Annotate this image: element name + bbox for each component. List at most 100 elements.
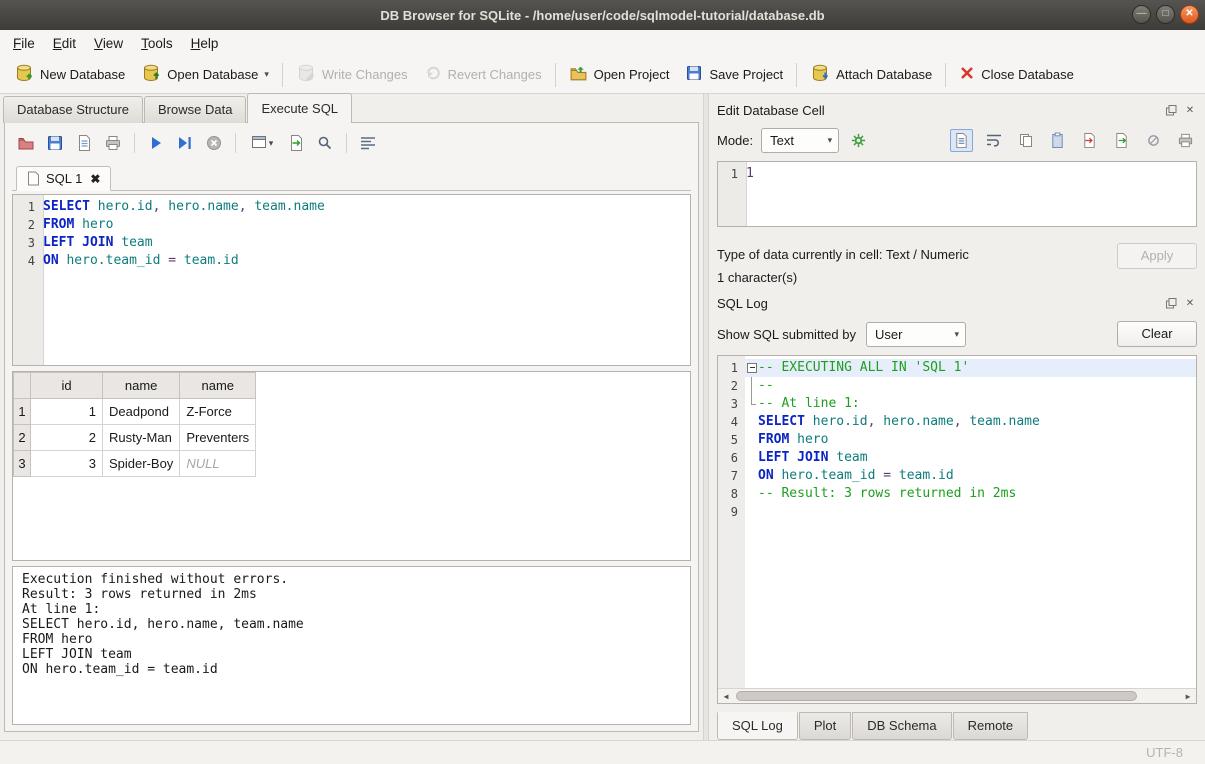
tab-plot[interactable]: Plot: [799, 712, 851, 740]
titlebar[interactable]: DB Browser for SQLite - /home/user/code/…: [0, 0, 1205, 30]
close-panel-icon[interactable]: ✕: [1183, 296, 1197, 310]
line-number: 9: [718, 503, 745, 521]
open-sql-file-button[interactable]: [14, 131, 38, 155]
open-project-button[interactable]: Open Project: [561, 60, 678, 90]
new-database-button[interactable]: New Database: [6, 59, 133, 90]
close-database-button[interactable]: Close Database: [951, 61, 1082, 88]
row-header[interactable]: 2: [14, 425, 31, 451]
import-cell-button[interactable]: [1078, 129, 1101, 152]
save-project-button[interactable]: Save Project: [677, 60, 791, 89]
undock-panel-icon[interactable]: [1164, 103, 1178, 117]
tab-sql-log[interactable]: SQL Log: [717, 712, 798, 740]
grid-cell[interactable]: Rusty-Man: [103, 425, 180, 451]
attach-database-button[interactable]: Attach Database: [802, 59, 940, 90]
clear-log-button[interactable]: Clear: [1117, 321, 1197, 347]
grid-corner[interactable]: [14, 373, 31, 399]
execute-current-line-button[interactable]: [173, 131, 197, 155]
sql-editor[interactable]: 1SELECT hero.id, hero.name, team.name2FR…: [12, 194, 691, 366]
new-tab-button[interactable]: ▾: [245, 131, 279, 155]
format-sql-button[interactable]: [356, 131, 380, 155]
row-header[interactable]: 3: [14, 451, 31, 477]
toolbar-separator: [945, 63, 946, 87]
grid-cell[interactable]: 1: [31, 399, 103, 425]
undock-panel-icon[interactable]: [1164, 296, 1178, 310]
close-button[interactable]: ✕: [1180, 5, 1199, 24]
tab-execute-sql[interactable]: Execute SQL: [247, 93, 352, 123]
minimize-button[interactable]: —: [1132, 5, 1151, 24]
tab-database-structure[interactable]: Database Structure: [3, 96, 143, 123]
cell-value-editor[interactable]: 1 1: [717, 161, 1197, 227]
open-database-button[interactable]: Open Database ▾: [133, 59, 277, 90]
column-header[interactable]: name: [103, 373, 180, 399]
column-header[interactable]: name: [180, 373, 256, 399]
execution-message: Execution finished without errors. Resul…: [12, 566, 691, 725]
execute-all-button[interactable]: [144, 131, 168, 155]
save-sql-file-button[interactable]: [43, 131, 67, 155]
paste-cell-button[interactable]: [1046, 129, 1069, 152]
print-button[interactable]: [101, 131, 125, 155]
stop-button[interactable]: [202, 131, 226, 155]
mode-select[interactable]: Text ▾: [761, 128, 839, 153]
attach-database-label: Attach Database: [836, 67, 932, 82]
column-header[interactable]: id: [31, 373, 103, 399]
log-filter-select[interactable]: User ▾: [866, 322, 966, 347]
row-header[interactable]: 1: [14, 399, 31, 425]
sql-log-view[interactable]: 1-- EXECUTING ALL IN 'SQL 1'2--3-- At li…: [717, 355, 1197, 704]
sql-log-title: SQL Log: [717, 296, 1159, 311]
grid-cell[interactable]: 3: [31, 451, 103, 477]
word-wrap-button[interactable]: [982, 129, 1005, 152]
sql-tab-bar: SQL 1 ✖: [12, 161, 691, 191]
edit-cell-title: Edit Database Cell: [717, 103, 1159, 118]
export-sql-button[interactable]: [284, 131, 308, 155]
tab-close-icon[interactable]: ✖: [90, 172, 100, 186]
grid-cell[interactable]: 2: [31, 425, 103, 451]
write-changes-button[interactable]: Write Changes: [288, 59, 416, 90]
apply-button[interactable]: Apply: [1117, 243, 1197, 269]
scrollbar-track[interactable]: [734, 689, 1180, 703]
maximize-button[interactable]: □: [1156, 5, 1175, 24]
window-controls: — □ ✕: [1132, 5, 1199, 24]
text-format-button[interactable]: [950, 129, 973, 152]
save-project-label: Save Project: [709, 67, 783, 82]
close-database-label: Close Database: [981, 67, 1074, 82]
scrollbar-thumb[interactable]: [736, 691, 1137, 701]
attach-database-icon: [810, 63, 830, 86]
grid-cell[interactable]: Spider-Boy: [103, 451, 180, 477]
menu-help[interactable]: Help: [182, 33, 228, 54]
sql-tab[interactable]: SQL 1 ✖: [16, 166, 111, 191]
grid-cell[interactable]: Deadpond: [103, 399, 180, 425]
find-replace-button[interactable]: [313, 131, 337, 155]
scroll-right-icon[interactable]: ▶: [1180, 692, 1196, 701]
grid-cell[interactable]: NULL: [180, 451, 256, 477]
scroll-left-icon[interactable]: ◀: [718, 692, 734, 701]
save-results-button[interactable]: [72, 131, 96, 155]
tab-browse-data[interactable]: Browse Data: [144, 96, 246, 123]
encoding-indicator[interactable]: UTF-8: [1146, 745, 1183, 760]
mode-label: Mode:: [717, 133, 753, 148]
menubar: File Edit View Tools Help: [0, 30, 1205, 56]
close-panel-icon[interactable]: ✕: [1183, 103, 1197, 117]
set-null-button[interactable]: [1142, 129, 1165, 152]
auto-format-button[interactable]: [847, 129, 870, 152]
menu-view[interactable]: View: [85, 33, 132, 54]
horizontal-scrollbar[interactable]: ◀ ▶: [718, 688, 1196, 703]
tab-remote[interactable]: Remote: [953, 712, 1029, 740]
copy-icon: [1018, 132, 1034, 148]
results-grid[interactable]: idnamename11DeadpondZ-Force22Rusty-ManPr…: [12, 371, 691, 561]
code-line: 8-- Result: 3 rows returned in 2ms: [718, 485, 1196, 503]
code-line: 7ON hero.team_id = team.id: [718, 467, 1196, 485]
print-cell-button[interactable]: [1174, 129, 1197, 152]
grid-cell[interactable]: Preventers: [180, 425, 256, 451]
grid-cell[interactable]: Z-Force: [180, 399, 256, 425]
fold-marker[interactable]: [745, 359, 758, 377]
fold-marker: [745, 413, 758, 431]
line-number: 3: [718, 395, 745, 413]
menu-edit[interactable]: Edit: [44, 33, 85, 54]
menu-tools[interactable]: Tools: [132, 33, 182, 54]
copy-cell-button[interactable]: [1014, 129, 1037, 152]
code-line: 2FROM hero: [13, 216, 690, 234]
revert-changes-button[interactable]: Revert Changes: [416, 60, 550, 89]
tab-db-schema[interactable]: DB Schema: [852, 712, 951, 740]
export-cell-button[interactable]: [1110, 129, 1133, 152]
menu-file[interactable]: File: [4, 33, 44, 54]
